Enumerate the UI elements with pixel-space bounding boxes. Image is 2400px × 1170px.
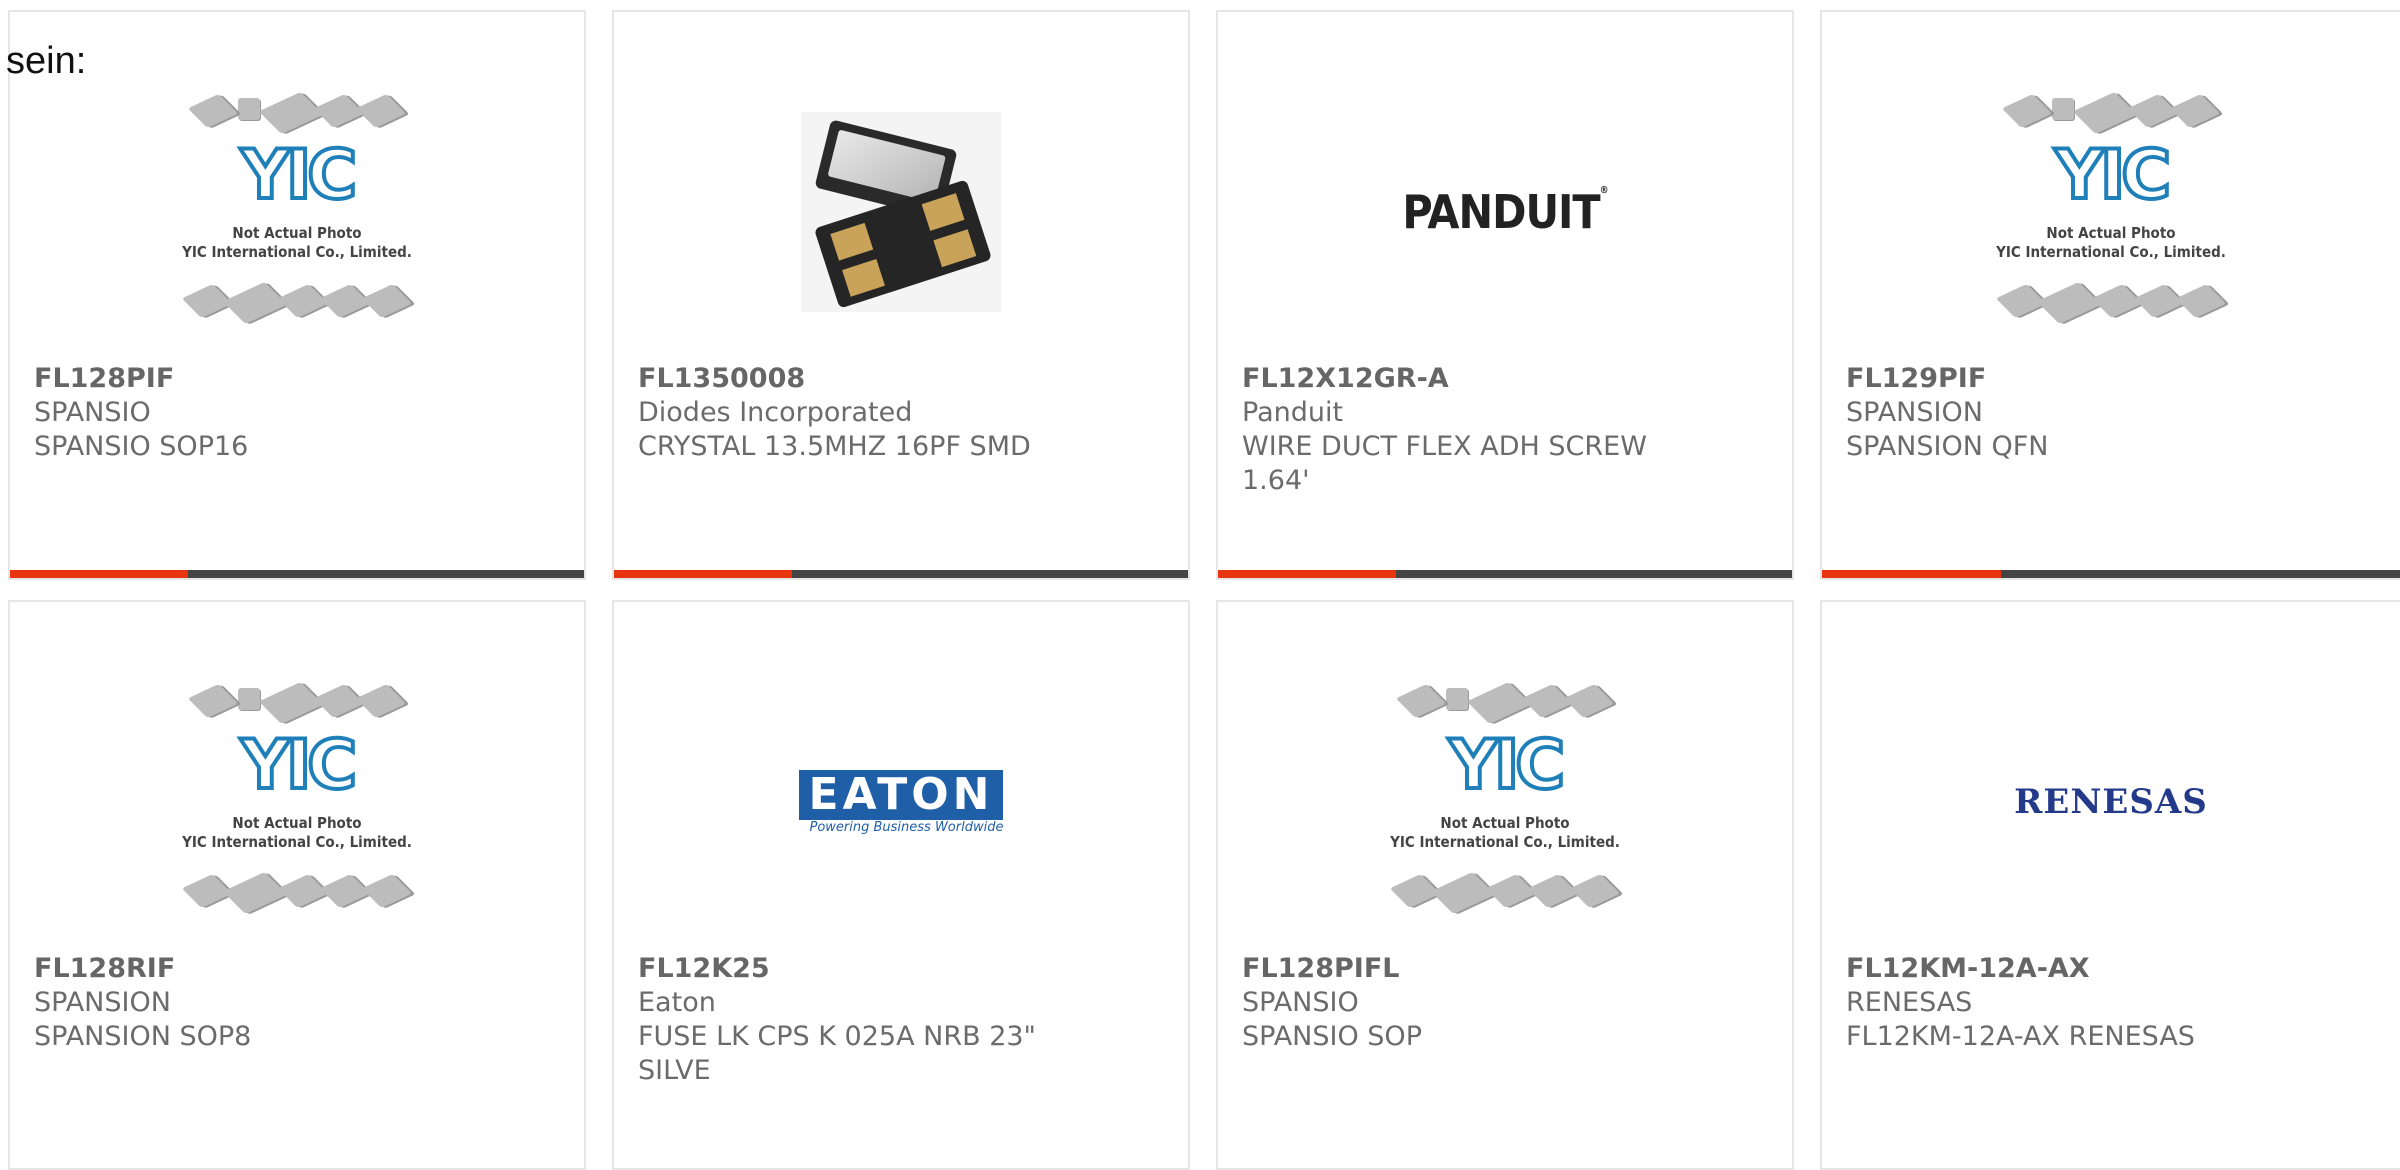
manufacturer: SPANSIO	[1242, 987, 1359, 1018]
product-card[interactable]: YIC Not Actual Photo YIC International Co…	[1216, 600, 1794, 1170]
yic-placeholder-icon: YIC Not Actual Photo YIC International Co…	[1370, 681, 1640, 922]
manufacturer: RENESAS	[1846, 987, 1973, 1018]
yic-placeholder-icon: YIC Not Actual Photo YIC International Co…	[162, 681, 432, 922]
product-image[interactable]	[614, 72, 1188, 352]
manufacturer: Eaton	[638, 987, 716, 1018]
product-image[interactable]: RENESAS	[1822, 662, 2400, 942]
crystal-photo-icon	[801, 112, 1001, 312]
product-image[interactable]: YIC Not Actual Photo YIC International Co…	[10, 662, 584, 942]
card-bar	[1822, 570, 2400, 578]
manufacturer: SPANSIO	[34, 397, 151, 428]
part-number[interactable]: FL12X12GR-A	[1242, 362, 1768, 396]
lead-text: sein:	[6, 40, 87, 82]
description: SPANSIO SOP16	[34, 431, 249, 462]
part-number[interactable]: FL1350008	[638, 362, 1164, 396]
product-image[interactable]: EATON Powering Business Worldwide	[614, 662, 1188, 942]
product-grid: YIC Not Actual Photo YIC International Co…	[0, 0, 2400, 1170]
product-image[interactable]: YIC Not Actual Photo YIC International Co…	[10, 72, 584, 352]
manufacturer: SPANSION	[34, 987, 171, 1018]
manufacturer: Panduit	[1242, 397, 1344, 428]
yic-placeholder-icon: YIC Not Actual Photo YIC International Co…	[1976, 91, 2246, 332]
renesas-logo: RENESAS	[2014, 782, 2208, 822]
description: CRYSTAL 13.5MHZ 16PF SMD	[638, 431, 1031, 462]
part-number[interactable]: FL12K25	[638, 952, 1164, 986]
product-image[interactable]: PANDUIT®	[1218, 72, 1792, 352]
manufacturer: SPANSION	[1846, 397, 1983, 428]
card-bar	[10, 570, 584, 578]
product-card[interactable]: YIC Not Actual Photo YIC International Co…	[8, 600, 586, 1170]
description: SPANSION QFN	[1846, 431, 2049, 462]
part-number[interactable]: FL128PIFL	[1242, 952, 1768, 986]
product-card[interactable]: FL1350008 Diodes Incorporated CRYSTAL 13…	[612, 10, 1190, 580]
panduit-logo: PANDUIT®	[1402, 185, 1608, 239]
description: FL12KM-12A-AX RENESAS	[1846, 1021, 2195, 1052]
product-image[interactable]: YIC Not Actual Photo YIC International Co…	[1218, 662, 1792, 942]
card-bar	[614, 570, 1188, 578]
part-number[interactable]: FL12KM-12A-AX	[1846, 952, 2376, 986]
product-card[interactable]: YIC Not Actual Photo YIC International Co…	[1820, 10, 2400, 580]
part-number[interactable]: FL128PIF	[34, 362, 560, 396]
yic-placeholder-icon: YIC Not Actual Photo YIC International Co…	[162, 91, 432, 332]
description: SPANSION SOP8	[34, 1021, 252, 1052]
eaton-logo: EATON Powering Business Worldwide	[798, 769, 1004, 835]
manufacturer: Diodes Incorporated	[638, 397, 913, 428]
part-number[interactable]: FL129PIF	[1846, 362, 2376, 396]
product-image[interactable]: YIC Not Actual Photo YIC International Co…	[1822, 72, 2400, 352]
product-card[interactable]: YIC Not Actual Photo YIC International Co…	[8, 10, 586, 580]
card-bar	[1218, 570, 1792, 578]
part-number[interactable]: FL128RIF	[34, 952, 560, 986]
description: WIRE DUCT FLEX ADH SCREW 1.64'	[1242, 431, 1647, 496]
product-card[interactable]: PANDUIT® FL12X12GR-A Panduit WIRE DUCT F…	[1216, 10, 1794, 580]
product-card[interactable]: RENESAS FL12KM-12A-AX RENESAS FL12KM-12A…	[1820, 600, 2400, 1170]
product-card[interactable]: EATON Powering Business Worldwide FL12K2…	[612, 600, 1190, 1170]
description: SPANSIO SOP	[1242, 1021, 1422, 1052]
description: FUSE LK CPS K 025A NRB 23" SILVE	[638, 1021, 1036, 1086]
